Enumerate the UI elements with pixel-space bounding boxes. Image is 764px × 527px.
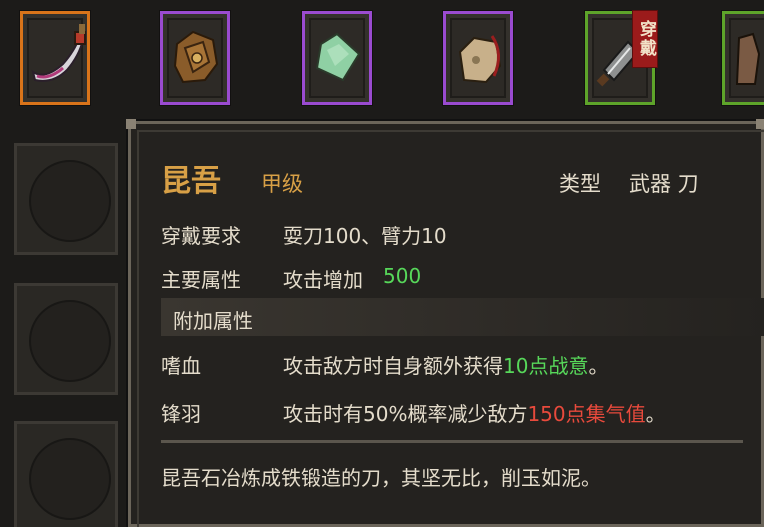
leather-armor-icon bbox=[173, 30, 219, 84]
pouch-icon bbox=[458, 35, 502, 84]
item-type-label: 类型 bbox=[559, 172, 601, 196]
divider bbox=[161, 440, 743, 443]
jade-stone-icon bbox=[315, 32, 361, 82]
extra-attr-name: 锋羽 bbox=[161, 402, 201, 426]
equipped-badge: 穿戴 bbox=[632, 10, 658, 68]
extra-attr-row: 攻击时有50%概率减少敌方150点集气值。 bbox=[283, 398, 666, 427]
extra-attr-suffix: 。 bbox=[588, 354, 609, 378]
equip-slot-cleaver[interactable]: 穿戴 bbox=[584, 10, 658, 106]
item-type-value: 武器 刀 bbox=[629, 172, 699, 196]
equip-slot-pouch[interactable] bbox=[442, 10, 514, 106]
extra-attr-highlight: 150点集气值 bbox=[527, 402, 646, 426]
item-name: 昆吾 bbox=[161, 164, 221, 199]
extra-attr-name: 嗜血 bbox=[161, 354, 201, 378]
tooltip-corner bbox=[756, 119, 764, 129]
equip-slot-stone[interactable] bbox=[301, 10, 373, 106]
extra-attr-suffix: 。 bbox=[645, 402, 666, 426]
equip-slot-robe[interactable] bbox=[721, 10, 764, 106]
tooltip-corner bbox=[126, 119, 136, 129]
requirement-label: 穿戴要求 bbox=[161, 224, 241, 248]
item-description: 昆吾石冶炼成铁锻造的刀，其坚无比，削玉如泥。 bbox=[161, 466, 601, 490]
empty-slot[interactable] bbox=[14, 283, 118, 395]
main-attr-label: 主要属性 bbox=[161, 268, 241, 292]
extra-attr-header: 附加属性 bbox=[173, 309, 253, 333]
empty-slot[interactable] bbox=[14, 143, 118, 255]
robe-icon bbox=[735, 32, 761, 85]
main-attr-value: 500 bbox=[383, 264, 422, 288]
item-grade: 甲级 bbox=[261, 172, 303, 196]
empty-slot[interactable] bbox=[14, 421, 118, 527]
requirement-value: 耍刀100、臂力10 bbox=[283, 224, 447, 248]
extra-attr-text: 攻击时有50%概率减少敌方 bbox=[283, 402, 528, 426]
main-attr-text: 攻击增加 bbox=[283, 268, 363, 292]
curved-blade-icon bbox=[31, 24, 86, 82]
extra-attr-header-bar: 附加属性 bbox=[161, 298, 764, 336]
extra-attr-highlight: 10点战意 bbox=[503, 354, 589, 378]
game-screen: 穿戴 昆吾 甲级 类型 武器 刀 穿戴要求 耍刀100、臂力10 主要属性 攻击… bbox=[0, 0, 764, 527]
extra-attr-row: 攻击敌方时自身额外获得10点战意。 bbox=[283, 350, 608, 379]
extra-attr-text: 攻击敌方时自身额外获得 bbox=[283, 354, 503, 378]
equip-slot-armor[interactable] bbox=[159, 10, 231, 106]
equip-slot-blade[interactable] bbox=[19, 10, 91, 106]
item-tooltip: 昆吾 甲级 类型 武器 刀 穿戴要求 耍刀100、臂力10 主要属性 攻击增加 … bbox=[126, 119, 764, 527]
